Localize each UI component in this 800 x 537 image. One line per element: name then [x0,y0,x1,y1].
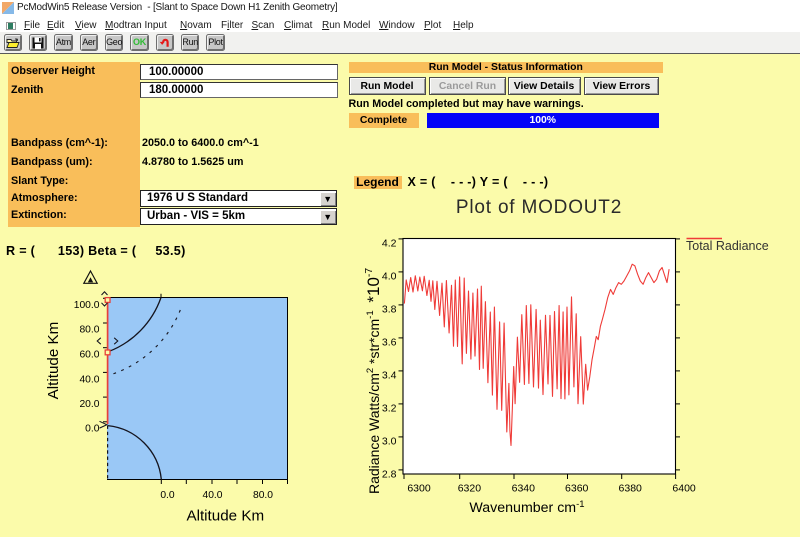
svg-text:6340: 6340 [512,483,536,495]
svg-text:0.0: 0.0 [85,424,100,435]
svg-text:Wavenumber cm-1: Wavenumber cm-1 [469,499,584,516]
svg-text:80.0: 80.0 [79,325,99,336]
svg-text:6300: 6300 [407,483,431,495]
svg-text:60.0: 60.0 [79,350,99,361]
svg-text:Total Radiance: Total Radiance [686,239,769,253]
svg-text:6360: 6360 [565,483,589,495]
svg-text:40.0: 40.0 [79,374,99,385]
svg-text:100.0: 100.0 [74,300,100,311]
svg-text:6320: 6320 [458,483,482,495]
svg-text:3.4: 3.4 [382,370,397,382]
svg-text:3.0: 3.0 [382,436,397,448]
svg-text:20.0: 20.0 [79,399,99,410]
svg-text:40.0: 40.0 [202,490,222,501]
svg-text:3.2: 3.2 [382,403,397,415]
svg-text:Radiance Watts/cm2 *str*cm-1: Radiance Watts/cm2 *str*cm-1 *10-7 [363,268,383,494]
svg-text:Altitude Km: Altitude Km [186,507,264,524]
svg-text:4.0: 4.0 [382,271,397,283]
svg-text:2.8: 2.8 [382,469,397,481]
svg-text:Altitude Km: Altitude Km [45,322,62,400]
svg-text:3.6: 3.6 [382,337,397,349]
svg-text:4.2: 4.2 [382,238,397,250]
svg-text:3.8: 3.8 [382,304,397,316]
svg-text:0.0: 0.0 [160,490,175,501]
svg-text:80.0: 80.0 [253,490,273,501]
svg-text:6400: 6400 [672,483,696,495]
svg-text:6380: 6380 [619,483,643,495]
